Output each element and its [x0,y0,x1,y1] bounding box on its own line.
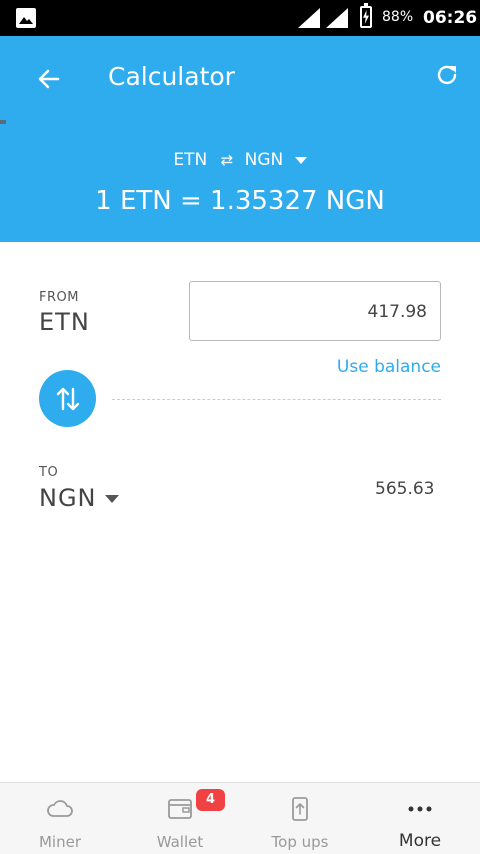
currency-pair-selector[interactable]: ETN ⇄ NGN [0,150,480,170]
nav-wallet[interactable]: 4 Wallet [120,783,240,854]
nav-label-wallet: Wallet [156,833,204,851]
divider [112,399,441,400]
swap-button[interactable] [39,370,96,427]
nav-top-ups[interactable]: Top ups [240,783,360,854]
signal-icon-2 [326,8,348,28]
more-icon [408,806,432,812]
status-bar: 88% 06:26 [0,0,480,36]
signal-icon [298,8,320,28]
pair-from: ETN [173,150,208,170]
amount-input[interactable] [207,302,427,322]
battery-percent: 88% [382,9,414,25]
bottom-nav: Miner 4 Wallet Top ups More [0,782,480,854]
topup-icon [292,797,308,821]
edge-mark [0,120,6,124]
to-label: TO [39,465,59,480]
from-label: FROM [39,290,79,305]
amount-field[interactable] [189,281,441,341]
wallet-icon [168,799,192,819]
header: Calculator ETN ⇄ NGN 1 ETN = 1.35327 NGN [0,36,480,242]
converted-amount: 565.63 [375,479,435,499]
from-currency: ETN [39,308,90,336]
cloud-icon [47,800,73,817]
clock: 06:26 [423,8,478,28]
nav-label-top-ups: Top ups [271,833,329,851]
refresh-icon[interactable] [434,62,460,88]
wallet-badge: 4 [196,789,225,811]
chevron-down-icon [294,156,307,164]
gallery-icon [16,8,36,28]
page-title: Calculator [108,62,235,91]
battery-icon [360,3,372,28]
swap-vertical-icon [56,387,80,411]
nav-label-more: More [398,831,442,851]
nav-more[interactable]: More [360,783,480,854]
use-balance-link[interactable]: Use balance [337,357,441,377]
exchange-rate: 1 ETN = 1.35327 NGN [95,186,385,216]
to-currency-selector[interactable]: NGN [39,484,119,512]
nav-miner[interactable]: Miner [0,783,120,854]
back-arrow-icon[interactable] [36,66,62,92]
nav-label-miner: Miner [38,833,81,851]
chevron-down-icon [104,495,119,503]
to-currency: NGN [39,484,97,512]
swap-arrows-icon: ⇄ [220,151,234,169]
pair-to: NGN [244,150,284,170]
